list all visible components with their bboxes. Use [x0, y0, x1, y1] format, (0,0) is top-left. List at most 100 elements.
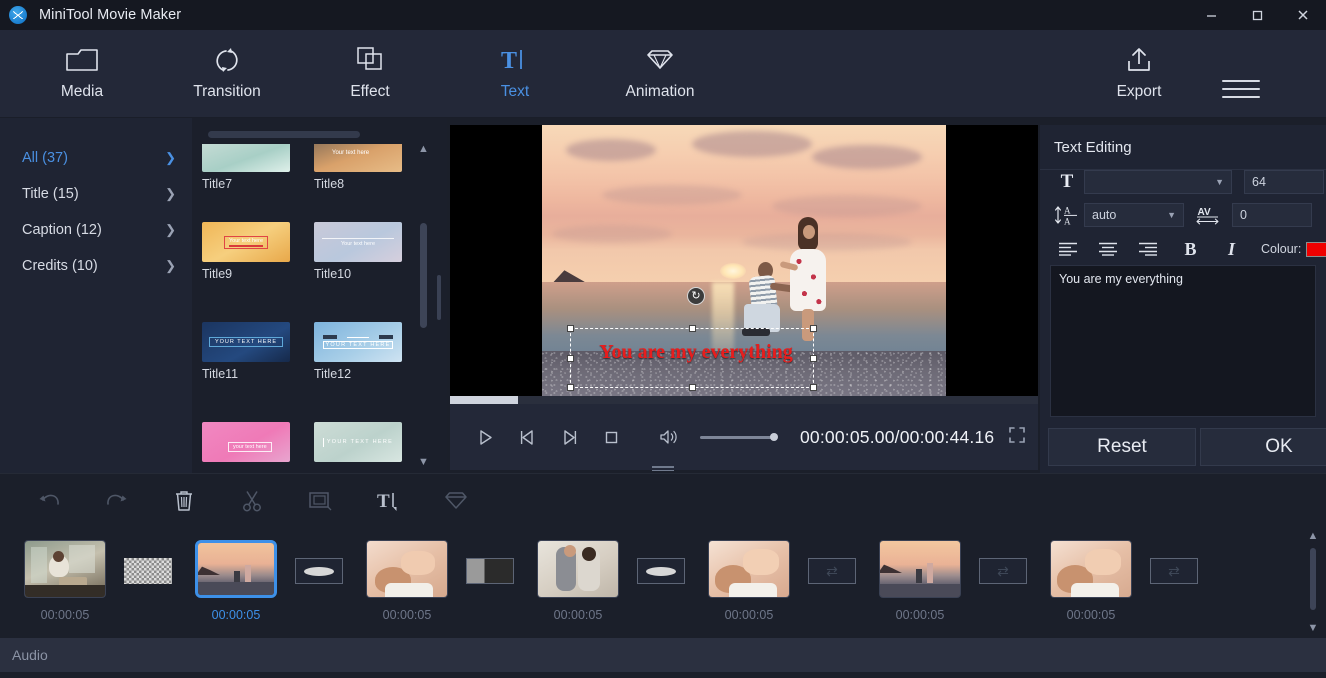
clip-duration: 00:00:05: [382, 608, 432, 622]
ribbon-tab-text[interactable]: T Text: [455, 40, 575, 101]
template-item[interactable]: Your text here Title10: [314, 222, 402, 281]
window-title: MiniTool Movie Maker: [39, 7, 182, 23]
reset-button[interactable]: Reset: [1048, 428, 1196, 466]
next-frame-icon[interactable]: [548, 429, 590, 446]
volume-knob[interactable]: [770, 433, 778, 441]
timeline-transition[interactable]: ⇄: [808, 558, 856, 584]
resize-handle-nw[interactable]: [567, 325, 574, 332]
video-preview[interactable]: ↻ You are my everything: [450, 125, 1038, 400]
timeline-clip[interactable]: [1050, 540, 1132, 598]
template-item[interactable]: your text here: [202, 422, 290, 462]
scissors-icon[interactable]: [230, 483, 274, 519]
align-center-icon[interactable]: [1094, 237, 1121, 261]
scrollbar-thumb[interactable]: [420, 223, 427, 328]
text-content-textarea[interactable]: [1050, 265, 1316, 417]
redo-icon[interactable]: [94, 483, 138, 519]
template-sample-text: Your text here: [340, 240, 376, 247]
template-item[interactable]: YOUR TEXT HERE: [314, 422, 402, 462]
title-bar: MiniTool Movie Maker: [0, 0, 1326, 30]
chevron-down-icon[interactable]: ▼: [418, 456, 429, 468]
line-spacing-select[interactable]: auto ▼: [1084, 203, 1184, 227]
maximize-icon[interactable]: [1234, 0, 1280, 30]
preview-overlay-text[interactable]: You are my everything: [578, 341, 814, 364]
ribbon-tab-media[interactable]: Media: [22, 40, 142, 101]
scrollbar-thumb[interactable]: [1310, 548, 1316, 610]
volume-slider[interactable]: [700, 427, 786, 447]
timeline-clip[interactable]: [366, 540, 448, 598]
diamond-icon[interactable]: [434, 483, 478, 519]
volume-icon[interactable]: [648, 428, 690, 446]
template-item[interactable]: YOUR TEXT HERE Title12: [314, 322, 402, 381]
timeline-transition[interactable]: [124, 558, 172, 584]
template-item[interactable]: Your text here Title8: [314, 144, 402, 191]
undo-icon[interactable]: [28, 483, 72, 519]
panel-splitter[interactable]: [437, 275, 441, 320]
template-label: Title12: [314, 367, 352, 381]
resize-handle-se[interactable]: [810, 384, 817, 391]
timeline-clip[interactable]: [537, 540, 619, 598]
ribbon-tab-animation[interactable]: Animation: [600, 40, 720, 101]
template-item[interactable]: YOUR TEXT HERE Title11: [202, 322, 290, 381]
menu-icon[interactable]: [1222, 76, 1260, 102]
align-left-icon[interactable]: [1054, 237, 1081, 261]
timeline-clip[interactable]: [24, 540, 106, 598]
window-controls: [1188, 0, 1326, 30]
timeline-transition[interactable]: [637, 558, 685, 584]
resize-handle-w[interactable]: [567, 355, 574, 362]
template-vertical-scrollbar[interactable]: ▲ ▼: [418, 143, 429, 468]
chevron-down-icon[interactable]: ▼: [1306, 622, 1320, 634]
font-size-input[interactable]: 64: [1244, 170, 1324, 194]
ribbon-tab-effect[interactable]: Effect: [310, 40, 430, 101]
template-grid: Title7 Your text here Title8 Your text h…: [202, 144, 420, 464]
sidebar-item-all[interactable]: All (37) ❯: [0, 140, 192, 176]
timeline-vertical-scrollbar[interactable]: ▲ ▼: [1306, 530, 1320, 634]
template-horizontal-scrollbar[interactable]: [208, 131, 360, 138]
minimize-icon[interactable]: [1188, 0, 1234, 30]
rotate-handle-icon[interactable]: ↻: [687, 287, 705, 305]
sidebar-item-caption[interactable]: Caption (12) ❯: [0, 212, 192, 248]
template-sample-text: Your text here: [332, 150, 370, 156]
sidebar-item-credits[interactable]: Credits (10) ❯: [0, 248, 192, 284]
transition-swirl-icon: ⇄: [1168, 562, 1180, 579]
fullscreen-icon[interactable]: [1008, 426, 1026, 449]
timeline-transition[interactable]: [466, 558, 514, 584]
resize-handle-ne[interactable]: [810, 325, 817, 332]
close-icon[interactable]: [1280, 0, 1326, 30]
template-item[interactable]: Title7: [202, 144, 290, 191]
crop-icon[interactable]: [298, 483, 342, 519]
timeline-clip[interactable]: [195, 540, 277, 598]
resize-handle-sw[interactable]: [567, 384, 574, 391]
colour-swatch[interactable]: [1306, 241, 1326, 257]
timeline-clip[interactable]: [879, 540, 961, 598]
volume-track: [700, 435, 776, 439]
font-family-select[interactable]: ▼: [1084, 170, 1232, 194]
preview-progress-bar[interactable]: [450, 396, 1038, 404]
previous-frame-icon[interactable]: [506, 429, 548, 446]
ribbon-tab-export[interactable]: Export: [1079, 40, 1199, 101]
ok-button[interactable]: OK: [1200, 428, 1326, 466]
template-item[interactable]: Your text here Title9: [202, 222, 290, 281]
timeline-clip[interactable]: [708, 540, 790, 598]
timeline-transition[interactable]: ⇄: [979, 558, 1027, 584]
chevron-up-icon[interactable]: ▲: [418, 143, 429, 155]
play-icon[interactable]: [464, 429, 506, 446]
stop-icon[interactable]: [590, 429, 632, 446]
preview-resize-grip[interactable]: [652, 466, 674, 472]
timeline-transition[interactable]: [295, 558, 343, 584]
audio-track[interactable]: Audio: [0, 638, 1326, 672]
ribbon-tab-transition[interactable]: Transition: [167, 40, 287, 101]
letter-spacing-input[interactable]: 0: [1232, 203, 1312, 227]
text-tool-icon[interactable]: T: [366, 483, 410, 519]
resize-handle-n[interactable]: [689, 325, 696, 332]
trash-icon[interactable]: [162, 483, 206, 519]
chevron-up-icon[interactable]: ▲: [1306, 530, 1320, 542]
panel-title: Text Editing: [1054, 139, 1132, 156]
italic-button[interactable]: I: [1218, 237, 1245, 261]
resize-handle-s[interactable]: [689, 384, 696, 391]
align-right-icon[interactable]: [1134, 237, 1161, 261]
sidebar-item-title[interactable]: Title (15) ❯: [0, 176, 192, 212]
bold-button[interactable]: B: [1177, 237, 1204, 261]
text-editing-panel: Text Editing T ▼ 64 A A auto ▼ AV 0 B I …: [1040, 125, 1326, 473]
clip-duration: 00:00:05: [895, 608, 945, 622]
timeline-transition[interactable]: ⇄: [1150, 558, 1198, 584]
